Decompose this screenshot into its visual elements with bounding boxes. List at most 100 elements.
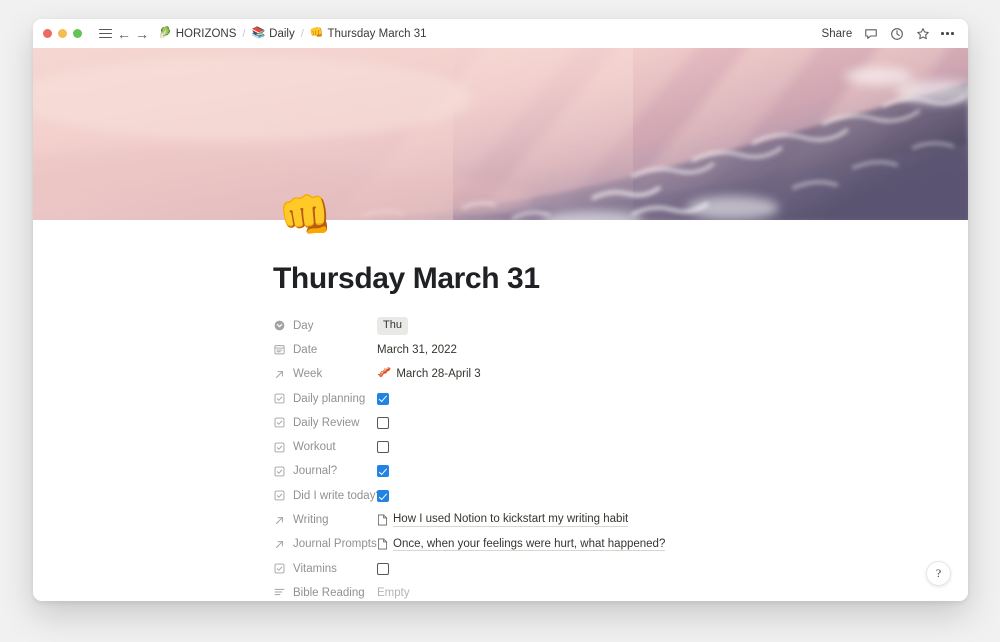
property-row-did-i-write-today[interactable]: Did I write today? [273, 484, 893, 508]
checkbox-daily-review[interactable] [377, 416, 389, 429]
more-options-icon[interactable] [941, 32, 954, 35]
page-cover[interactable] [33, 48, 968, 220]
empty-placeholder-bible-reading: Empty [377, 586, 410, 599]
page-document-icon [377, 514, 388, 526]
checkbox-icon [273, 441, 286, 454]
relation-icon [273, 514, 286, 527]
relation-link-week[interactable]: March 28-April 3 [396, 368, 480, 380]
share-button[interactable]: Share [822, 28, 853, 40]
breadcrumb-item-current-page[interactable]: 👊 Thursday March 31 [310, 28, 427, 40]
page-title[interactable]: Thursday March 31 [273, 262, 893, 297]
calendar-icon [273, 343, 286, 356]
property-key-workout[interactable]: Workout [273, 441, 377, 454]
property-row-journal-prompts[interactable]: Journal Prompts Once, when your feelings… [273, 532, 893, 556]
checkbox-journal[interactable] [377, 465, 389, 478]
navigate-back-button[interactable]: ← [114, 25, 132, 43]
property-row-journal[interactable]: Journal? [273, 459, 893, 483]
checkbox-icon [273, 562, 286, 575]
property-key-journal[interactable]: Journal? [273, 465, 377, 478]
window-controls [43, 29, 82, 38]
property-value-week[interactable]: 🥓 March 28-April 3 [377, 368, 893, 380]
property-key-daily-planning[interactable]: Daily planning [273, 392, 377, 405]
select-tag-day[interactable]: Thu [377, 316, 408, 335]
property-key-bible-reading[interactable]: Bible Reading [273, 586, 377, 599]
property-label-vitamins: Vitamins [293, 562, 337, 575]
property-label-workout: Workout [293, 441, 336, 454]
property-key-writing[interactable]: Writing [273, 514, 377, 527]
minimize-window-button[interactable] [58, 29, 67, 38]
property-row-week[interactable]: Week 🥓 March 28-April 3 [273, 362, 893, 386]
property-key-date[interactable]: Date [273, 343, 377, 356]
property-row-bible-reading[interactable]: Bible Reading Empty [273, 581, 893, 601]
checkbox-icon [273, 416, 286, 429]
breadcrumb-item-daily[interactable]: 📚 Daily [251, 28, 294, 40]
help-button[interactable]: ? [926, 561, 951, 586]
hamburger-icon [98, 28, 112, 39]
property-value-vitamins[interactable] [377, 562, 893, 575]
property-value-writing[interactable]: How I used Notion to kickstart my writin… [377, 513, 893, 527]
comment-icon[interactable] [863, 26, 878, 41]
page-document-icon [377, 538, 388, 550]
clock-history-icon[interactable] [889, 26, 904, 41]
checkbox-daily-planning[interactable] [377, 392, 389, 405]
property-value-date[interactable]: March 31, 2022 [377, 344, 893, 356]
property-label-journal-prompts: Journal Prompts [293, 538, 377, 551]
breadcrumb-label-daily: Daily [269, 27, 295, 40]
text-icon [273, 586, 286, 599]
property-value-daily-planning[interactable] [377, 392, 893, 405]
property-row-vitamins[interactable]: Vitamins [273, 556, 893, 580]
property-key-day[interactable]: Day [273, 319, 377, 332]
property-row-writing[interactable]: Writing How I used Notion to kickstart m… [273, 508, 893, 532]
navigate-forward-button[interactable]: → [132, 25, 150, 43]
property-value-did-i-write-today[interactable] [377, 489, 893, 502]
property-row-daily-review[interactable]: Daily Review [273, 411, 893, 435]
page-content: Thursday March 31 Day Thu Date March 31,… [273, 262, 893, 601]
property-value-bible-reading[interactable]: Empty [377, 587, 893, 599]
property-label-day: Day [293, 319, 314, 332]
breadcrumb-separator-2: / [300, 27, 304, 40]
maximize-window-button[interactable] [73, 29, 82, 38]
property-key-journal-prompts[interactable]: Journal Prompts [273, 538, 377, 551]
app-window: ← → 🥬 HORIZONS / 📚 Daily / 👊 Thursday Ma… [33, 19, 968, 601]
property-value-journal[interactable] [377, 465, 893, 478]
property-label-bible-reading: Bible Reading [293, 586, 365, 599]
property-label-daily-planning: Daily planning [293, 392, 366, 405]
page-link-writing[interactable]: How I used Notion to kickstart my writin… [393, 513, 629, 527]
property-row-workout[interactable]: Workout [273, 435, 893, 459]
property-row-date[interactable]: Date March 31, 2022 [273, 338, 893, 362]
property-row-daily-planning[interactable]: Daily planning [273, 386, 893, 410]
property-value-workout[interactable] [377, 441, 893, 454]
property-label-writing: Writing [293, 514, 329, 527]
property-value-day[interactable]: Thu [377, 316, 893, 335]
page-link-journal-prompts[interactable]: Once, when your feelings were hurt, what… [393, 538, 666, 552]
property-row-day[interactable]: Day Thu [273, 314, 893, 338]
property-label-date: Date [293, 343, 318, 356]
property-key-daily-review[interactable]: Daily Review [273, 416, 377, 429]
toolbar-actions: Share [822, 26, 954, 41]
checkbox-icon [273, 392, 286, 405]
property-key-did-i-write-today[interactable]: Did I write today? [273, 489, 382, 502]
title-bar: ← → 🥬 HORIZONS / 📚 Daily / 👊 Thursday Ma… [33, 19, 968, 48]
breadcrumb: 🥬 HORIZONS / 📚 Daily / 👊 Thursday March … [158, 28, 427, 40]
checkbox-vitamins[interactable] [377, 562, 389, 575]
fist-emoji-icon: 👊 [309, 27, 324, 39]
property-key-week[interactable]: Week [273, 368, 377, 381]
property-value-daily-review[interactable] [377, 416, 893, 429]
relation-icon [273, 538, 286, 551]
checkbox-did-i-write-today[interactable] [377, 489, 389, 502]
property-label-daily-review: Daily Review [293, 416, 360, 429]
horizons-emoji-icon: 🥬 [158, 27, 172, 39]
screen: ← → 🥬 HORIZONS / 📚 Daily / 👊 Thursday Ma… [0, 0, 1000, 642]
checkbox-workout[interactable] [377, 441, 389, 454]
sidebar-toggle-button[interactable] [96, 25, 114, 43]
property-list: Day Thu Date March 31, 2022 Week 🥓 March… [273, 314, 893, 602]
close-window-button[interactable] [43, 29, 52, 38]
relation-icon [273, 368, 286, 381]
breadcrumb-separator: / [242, 27, 246, 40]
breadcrumb-item-horizons[interactable]: 🥬 HORIZONS [158, 28, 236, 40]
property-value-journal-prompts[interactable]: Once, when your feelings were hurt, what… [377, 538, 893, 552]
star-icon[interactable] [915, 26, 930, 41]
breadcrumb-label-horizons: HORIZONS [175, 27, 237, 40]
property-key-vitamins[interactable]: Vitamins [273, 562, 377, 575]
page-icon-fist-emoji[interactable]: 👊 [278, 194, 333, 238]
